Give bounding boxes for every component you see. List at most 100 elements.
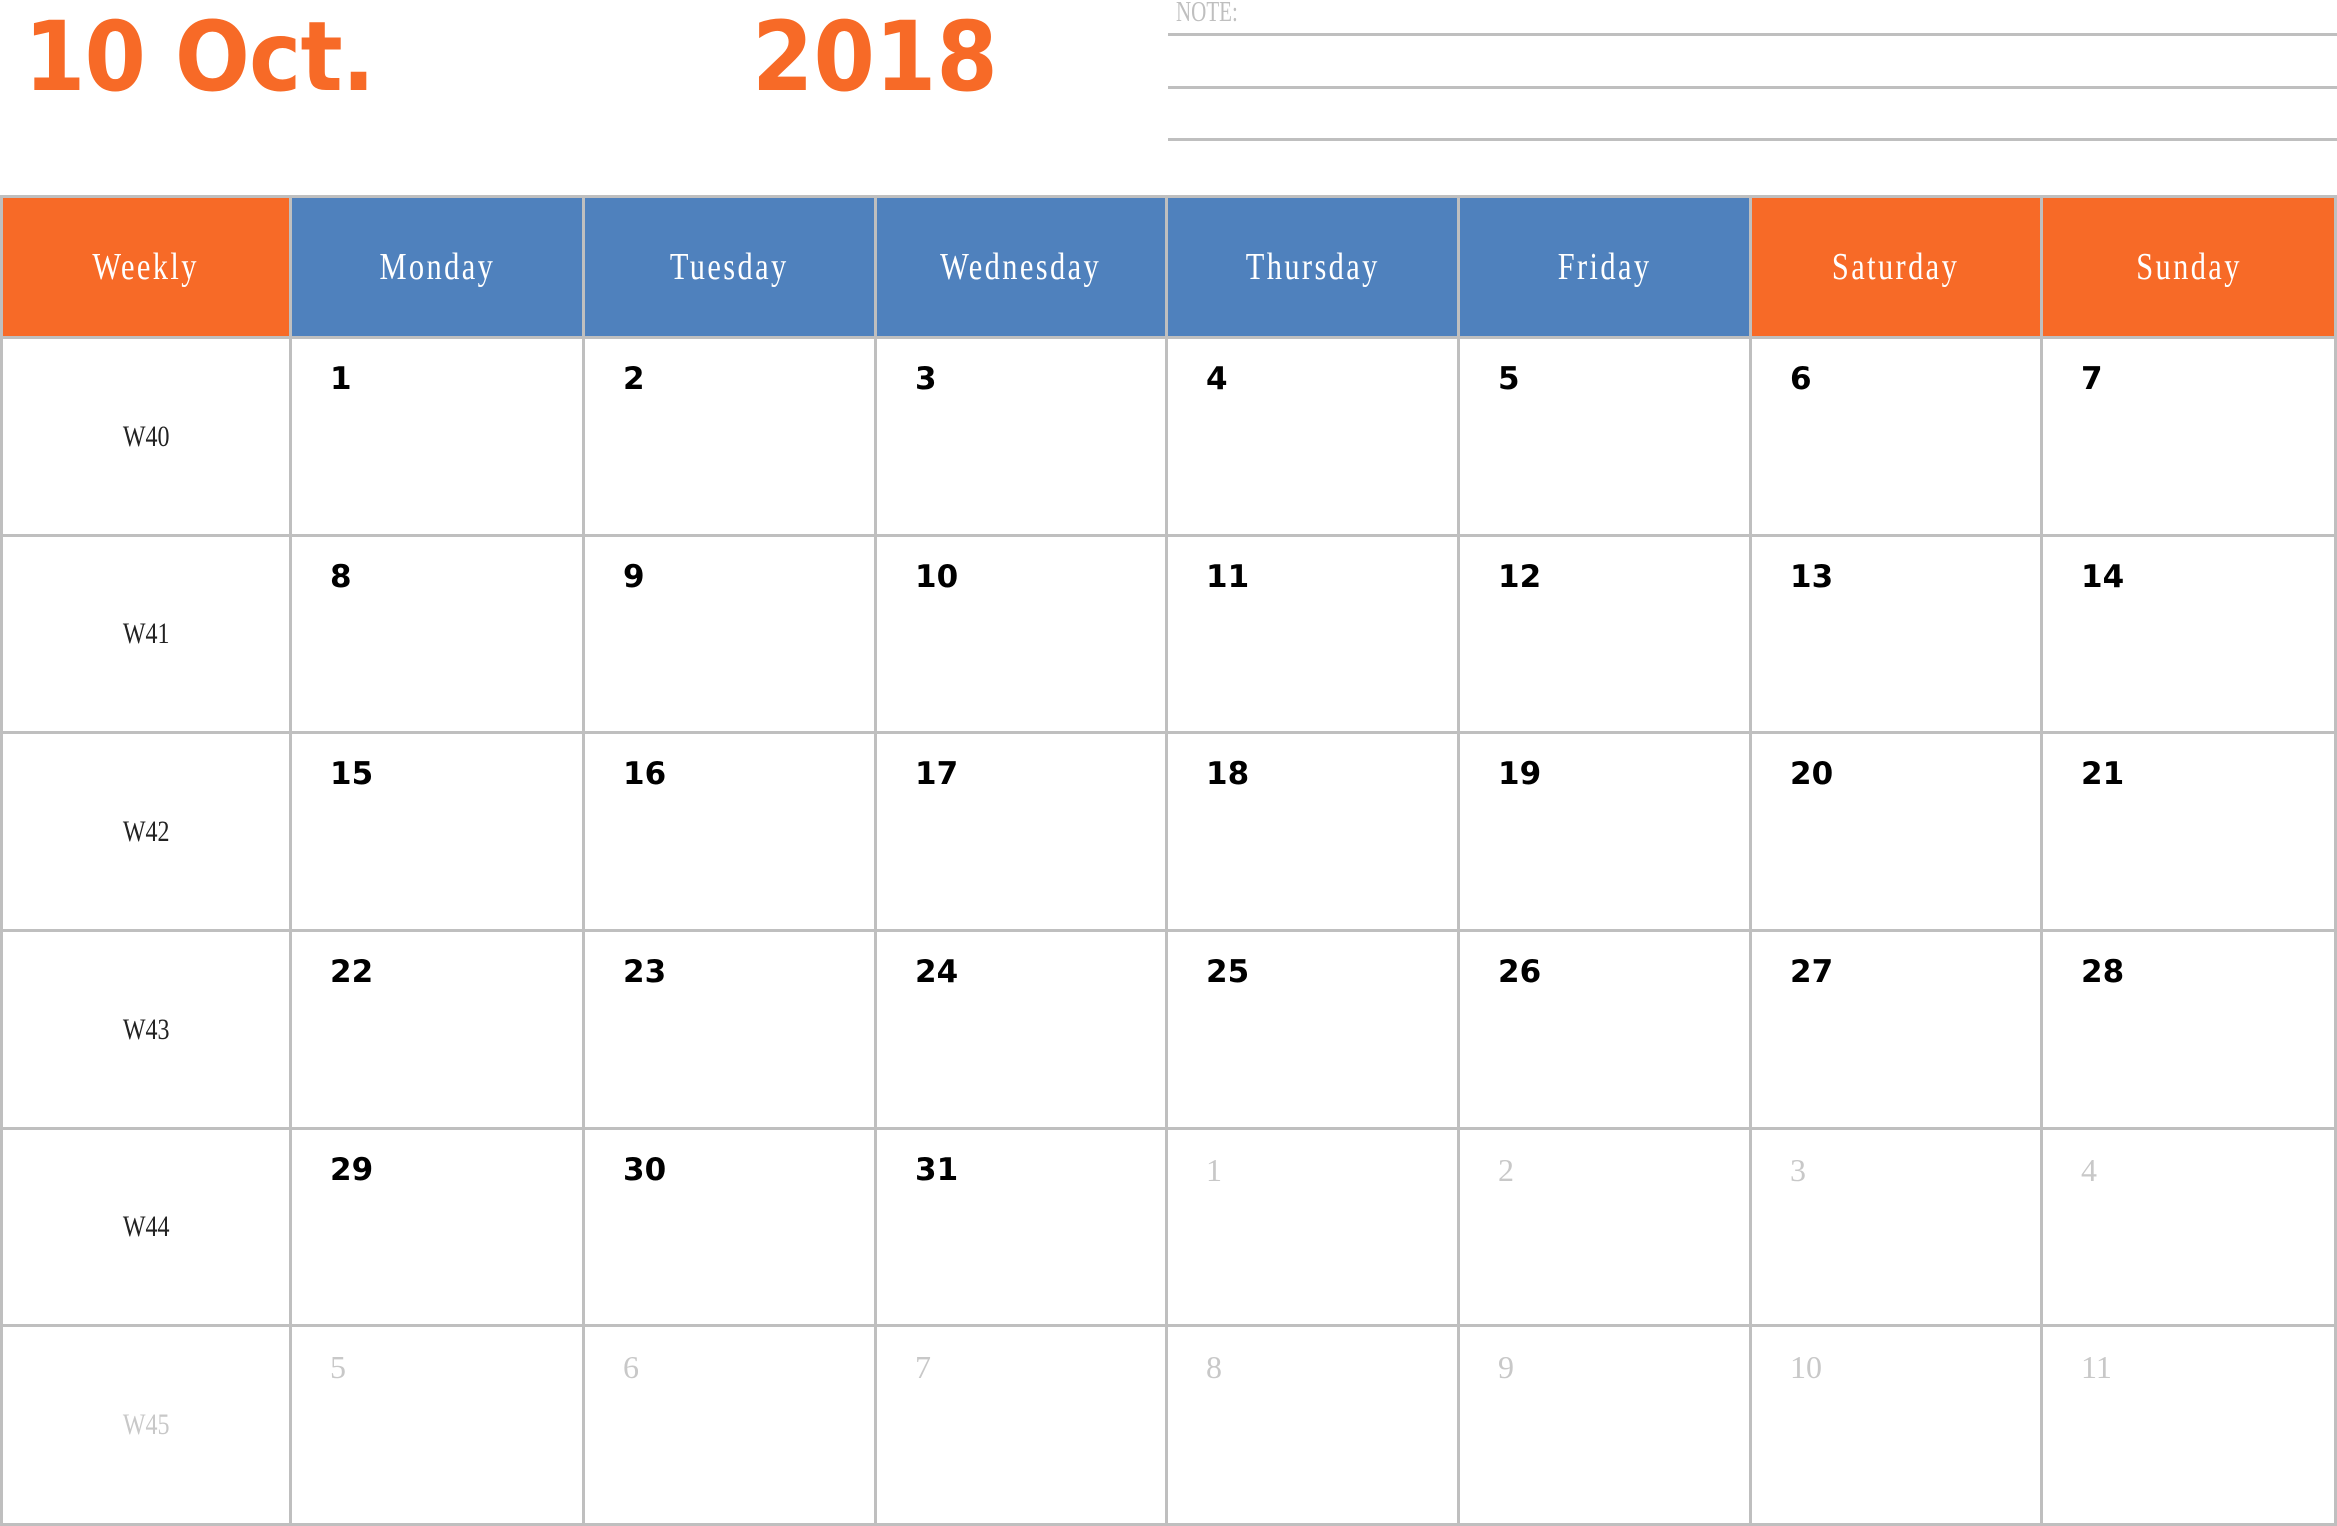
day-cell-adjacent-month[interactable]: 8 xyxy=(1168,1327,1460,1526)
day-number: 6 xyxy=(623,1349,639,1385)
day-number: 3 xyxy=(1790,1152,1806,1188)
header-tuesday: Tuesday xyxy=(585,198,877,339)
day-cell[interactable]: 22 xyxy=(292,932,585,1130)
day-cell[interactable]: 31 xyxy=(877,1130,1168,1327)
day-cell[interactable]: 25 xyxy=(1168,932,1460,1130)
day-number: 8 xyxy=(1206,1349,1222,1385)
day-cell[interactable]: 9 xyxy=(585,537,877,734)
day-cell[interactable]: 28 xyxy=(2043,932,2337,1130)
day-number: 19 xyxy=(1498,756,1542,792)
year-title: 2018 xyxy=(752,1,998,113)
day-cell-adjacent-month[interactable]: 9 xyxy=(1460,1327,1752,1526)
day-number: 5 xyxy=(1498,361,1520,397)
day-cell[interactable]: 23 xyxy=(585,932,877,1130)
day-number: 18 xyxy=(1206,756,1250,792)
day-number: 25 xyxy=(1206,954,1250,990)
week-number-cell: W40 xyxy=(0,339,292,537)
day-cell[interactable]: 16 xyxy=(585,734,877,932)
day-number: 8 xyxy=(330,559,352,595)
day-number: 13 xyxy=(1790,559,1834,595)
day-cell[interactable]: 5 xyxy=(1460,339,1752,537)
week-label: W42 xyxy=(122,814,170,848)
day-number: 2 xyxy=(1498,1152,1514,1188)
day-cell[interactable]: 21 xyxy=(2043,734,2337,932)
day-cell-adjacent-month[interactable]: 11 xyxy=(2043,1327,2337,1526)
day-number: 14 xyxy=(2081,559,2125,595)
day-cell-adjacent-month[interactable]: 3 xyxy=(1752,1130,2043,1327)
week-label: W40 xyxy=(122,419,170,453)
day-cell[interactable]: 18 xyxy=(1168,734,1460,932)
day-number: 27 xyxy=(1790,954,1834,990)
week-label: W44 xyxy=(122,1210,170,1243)
day-number: 22 xyxy=(330,954,374,990)
day-cell-adjacent-month[interactable]: 6 xyxy=(585,1327,877,1526)
day-number: 28 xyxy=(2081,954,2125,990)
header-label: Tuesday xyxy=(670,246,789,288)
day-number: 5 xyxy=(330,1349,346,1385)
day-number: 1 xyxy=(330,361,352,397)
note-line[interactable] xyxy=(1168,33,2337,36)
day-cell-adjacent-month[interactable]: 2 xyxy=(1460,1130,1752,1327)
day-number: 26 xyxy=(1498,954,1542,990)
day-cell-adjacent-month[interactable]: 1 xyxy=(1168,1130,1460,1327)
day-cell[interactable]: 30 xyxy=(585,1130,877,1327)
note-line[interactable] xyxy=(1168,138,2337,141)
day-number: 29 xyxy=(330,1152,374,1188)
day-cell[interactable]: 14 xyxy=(2043,537,2337,734)
day-cell[interactable]: 8 xyxy=(292,537,585,734)
day-cell[interactable]: 10 xyxy=(877,537,1168,734)
day-number: 4 xyxy=(2081,1152,2097,1188)
header-friday: Friday xyxy=(1460,198,1752,339)
day-number: 12 xyxy=(1498,559,1542,595)
day-number: 20 xyxy=(1790,756,1834,792)
day-cell[interactable]: 6 xyxy=(1752,339,2043,537)
day-number: 21 xyxy=(2081,756,2125,792)
day-number: 10 xyxy=(915,559,959,595)
header-monday: Monday xyxy=(292,198,585,339)
day-number: 31 xyxy=(915,1152,959,1188)
day-cell-adjacent-month[interactable]: 5 xyxy=(292,1327,585,1526)
header-label: Friday xyxy=(1557,246,1652,288)
day-number: 11 xyxy=(1206,559,1250,595)
day-cell[interactable]: 3 xyxy=(877,339,1168,537)
day-cell[interactable]: 12 xyxy=(1460,537,1752,734)
day-cell-adjacent-month[interactable]: 7 xyxy=(877,1327,1168,1526)
day-cell[interactable]: 27 xyxy=(1752,932,2043,1130)
day-cell[interactable]: 2 xyxy=(585,339,877,537)
day-cell[interactable]: 26 xyxy=(1460,932,1752,1130)
week-label: W45 xyxy=(122,1408,170,1441)
day-cell[interactable]: 29 xyxy=(292,1130,585,1327)
day-cell[interactable]: 7 xyxy=(2043,339,2337,537)
note-line[interactable] xyxy=(1168,86,2337,89)
week-number-cell: W42 xyxy=(0,734,292,932)
day-cell[interactable]: 20 xyxy=(1752,734,2043,932)
day-number: 7 xyxy=(2081,361,2103,397)
day-number: 1 xyxy=(1206,1152,1222,1188)
day-cell[interactable]: 4 xyxy=(1168,339,1460,537)
day-cell[interactable]: 13 xyxy=(1752,537,2043,734)
header-label: Sunday xyxy=(2135,246,2242,288)
week-number-cell: W43 xyxy=(0,932,292,1130)
day-cell[interactable]: 17 xyxy=(877,734,1168,932)
day-cell[interactable]: 15 xyxy=(292,734,585,932)
day-cell-adjacent-month[interactable]: 4 xyxy=(2043,1130,2337,1327)
day-number: 23 xyxy=(623,954,667,990)
week-number-cell: W41 xyxy=(0,537,292,734)
day-cell[interactable]: 11 xyxy=(1168,537,1460,734)
day-number: 17 xyxy=(915,756,959,792)
day-number: 10 xyxy=(1790,1349,1822,1385)
day-cell-adjacent-month[interactable]: 10 xyxy=(1752,1327,2043,1526)
week-label: W41 xyxy=(122,617,170,650)
header-thursday: Thursday xyxy=(1168,198,1460,339)
day-number: 30 xyxy=(623,1152,667,1188)
header-label: Weekly xyxy=(92,246,200,288)
day-cell[interactable]: 24 xyxy=(877,932,1168,1130)
day-number: 2 xyxy=(623,361,645,397)
week-number-cell: W44 xyxy=(0,1130,292,1327)
day-number: 6 xyxy=(1790,361,1812,397)
day-cell[interactable]: 19 xyxy=(1460,734,1752,932)
day-cell[interactable]: 1 xyxy=(292,339,585,537)
day-number: 3 xyxy=(915,361,937,397)
note-label: NOTE: xyxy=(1176,0,1238,28)
day-number: 4 xyxy=(1206,361,1228,397)
